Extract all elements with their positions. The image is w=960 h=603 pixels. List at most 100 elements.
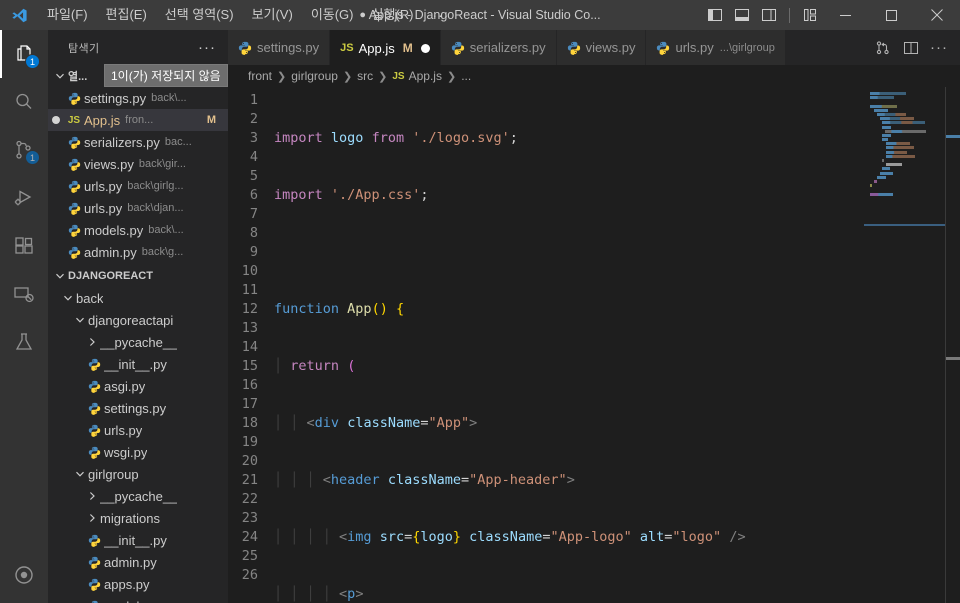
tree-folder-pycache[interactable]: __pycache__ xyxy=(48,485,228,507)
tab-unsaved-dot-icon[interactable] xyxy=(420,43,430,53)
python-file-icon xyxy=(84,358,104,371)
tree-file-settings[interactable]: settings.py xyxy=(48,397,228,419)
chevron-down-icon xyxy=(52,271,68,281)
tree-file-apps[interactable]: apps.py xyxy=(48,573,228,595)
chevron-down-icon xyxy=(60,293,76,303)
python-file-icon xyxy=(84,402,104,415)
activitybar-item-extensions[interactable] xyxy=(0,222,48,270)
more-actions-icon[interactable]: ··· xyxy=(926,33,952,63)
tab-urls-py[interactable]: urls.py ...\girlgroup xyxy=(646,30,786,65)
breadcrumb-separator-icon: ❯ xyxy=(446,70,457,83)
tree-file-asgi[interactable]: asgi.py xyxy=(48,375,228,397)
minimize-button[interactable] xyxy=(822,0,868,30)
tree-file-admin[interactable]: admin.py xyxy=(48,551,228,573)
tree-file-urls[interactable]: urls.py xyxy=(48,419,228,441)
line-number: 26 xyxy=(241,567,258,583)
menu-selection[interactable]: 선택 영역(S) xyxy=(156,0,243,30)
line-number: 10 xyxy=(241,263,258,279)
open-editor-row[interactable]: models.py back\... xyxy=(48,219,228,241)
line-number: 20 xyxy=(241,453,258,469)
open-editor-row[interactable]: serializers.py bac... xyxy=(48,131,228,153)
split-editor-icon[interactable] xyxy=(898,33,924,63)
open-editor-row[interactable]: views.py back\gir... xyxy=(48,153,228,175)
activitybar-item-search[interactable] xyxy=(0,78,48,126)
tree-folder-back[interactable]: back xyxy=(48,287,228,309)
toggle-panel-icon[interactable] xyxy=(730,4,754,26)
breadcrumb-separator-icon: ❯ xyxy=(277,70,287,83)
code-editor[interactable]: 123 456 789 10 11 12 13 14 15 16 17 18 19 20 21 … xyxy=(228,87,960,603)
customize-layout-icon[interactable] xyxy=(798,4,822,26)
activitybar-item-remote-explorer[interactable] xyxy=(0,270,48,318)
tree-folder-migrations[interactable]: migrations xyxy=(48,507,228,529)
line-number: 22 xyxy=(241,491,258,507)
open-editor-row-appjs[interactable]: JS App.js fron... M xyxy=(48,109,228,131)
tree-file-wsgi[interactable]: wsgi.py xyxy=(48,441,228,463)
activitybar-item-testing[interactable] xyxy=(0,318,48,366)
code-line: function App() { xyxy=(274,301,405,317)
unsaved-dot-icon[interactable] xyxy=(48,116,64,124)
open-editor-name: serializers.py xyxy=(84,134,160,150)
tree-folder-djangoreactapi[interactable]: djangoreactapi xyxy=(48,309,228,331)
section-project-root[interactable]: DJANGOREACT xyxy=(48,265,228,287)
tree-item-label: wsgi.py xyxy=(104,444,148,460)
tab-label: settings.py xyxy=(257,40,320,55)
tab-views-py[interactable]: views.py xyxy=(556,30,647,65)
activitybar-item-run-debug[interactable] xyxy=(0,174,48,222)
tree-file-init[interactable]: __init__.py xyxy=(48,353,228,375)
maximize-button[interactable] xyxy=(868,0,914,30)
python-file-icon xyxy=(64,202,84,215)
sidebar-title-bar: 탐색기 ··· xyxy=(48,30,228,65)
activitybar-item-source-control[interactable]: 1 xyxy=(0,126,48,174)
breadcrumb-item-symbols[interactable]: ... xyxy=(461,69,471,83)
code-lines[interactable]: import logo from './logo.svg'; import '.… xyxy=(274,87,864,603)
breadcrumb-item-appjs[interactable]: JS App.js xyxy=(392,69,442,83)
tree-file-models[interactable]: models.py xyxy=(48,595,228,603)
line-number: 18 xyxy=(241,415,258,431)
open-editor-row[interactable]: settings.py back\... xyxy=(48,87,228,109)
menu-file[interactable]: 파일(F) xyxy=(38,0,97,30)
source-control-compare-icon[interactable] xyxy=(870,33,896,63)
tree-folder-pycache[interactable]: __pycache__ xyxy=(48,331,228,353)
python-file-icon xyxy=(64,158,84,171)
tab-app-js[interactable]: JS App.js M xyxy=(330,30,441,65)
menu-view[interactable]: 보기(V) xyxy=(243,0,302,30)
breadcrumb-separator-icon: ❯ xyxy=(342,70,353,83)
menu-more-icon[interactable]: ··· xyxy=(422,7,459,23)
activitybar-item-explorer[interactable]: 1 xyxy=(0,30,48,78)
chevron-down-icon xyxy=(52,71,68,81)
breadcrumb-item-src[interactable]: src xyxy=(357,69,373,83)
breadcrumb-item-girlgroup[interactable]: girlgroup xyxy=(291,69,338,83)
overview-mark-cursor xyxy=(946,135,960,138)
breadcrumb-item-front[interactable]: front xyxy=(248,69,272,83)
toggle-primary-sidebar-icon[interactable] xyxy=(703,4,727,26)
open-editor-row[interactable]: admin.py back\g... xyxy=(48,241,228,263)
tab-settings-py[interactable]: settings.py xyxy=(228,30,331,65)
tree-file-init[interactable]: __init__.py xyxy=(48,529,228,551)
editor-group: settings.py JS App.js M serializers.py v… xyxy=(228,30,960,603)
open-editor-path: back\girlg... xyxy=(127,180,184,192)
code-line: import './App.css'; xyxy=(274,187,429,203)
python-file-icon xyxy=(64,246,84,259)
menu-go[interactable]: 이동(G) xyxy=(302,0,363,30)
close-button[interactable] xyxy=(914,0,960,30)
tab-serializers-py[interactable]: serializers.py xyxy=(440,30,557,65)
open-editor-name: admin.py xyxy=(84,244,137,260)
overview-ruler[interactable] xyxy=(946,87,960,603)
activitybar-item-accounts[interactable] xyxy=(0,551,48,599)
open-editor-row[interactable]: urls.py back\girlg... xyxy=(48,175,228,197)
tree-folder-girlgroup[interactable]: girlgroup xyxy=(48,463,228,485)
overview-mark-selection xyxy=(946,357,960,360)
open-editor-name: urls.py xyxy=(84,200,123,216)
python-file-icon xyxy=(84,446,104,459)
toggle-secondary-sidebar-icon[interactable] xyxy=(757,4,781,26)
minimap[interactable] xyxy=(864,87,946,603)
menu-run[interactable]: 실행(R) xyxy=(363,0,423,30)
open-editor-row[interactable]: urls.py back\djan... xyxy=(48,197,228,219)
python-file-icon xyxy=(84,600,104,603)
tab-git-badge: M xyxy=(402,41,413,55)
menu-edit[interactable]: 편집(E) xyxy=(97,0,156,30)
line-number: 4 xyxy=(249,149,258,165)
code-line: │ │ │ │ <img src={logo} className="App-l… xyxy=(274,529,746,545)
sidebar-more-icon[interactable]: ··· xyxy=(198,39,220,56)
line-number: 5 xyxy=(249,168,258,184)
